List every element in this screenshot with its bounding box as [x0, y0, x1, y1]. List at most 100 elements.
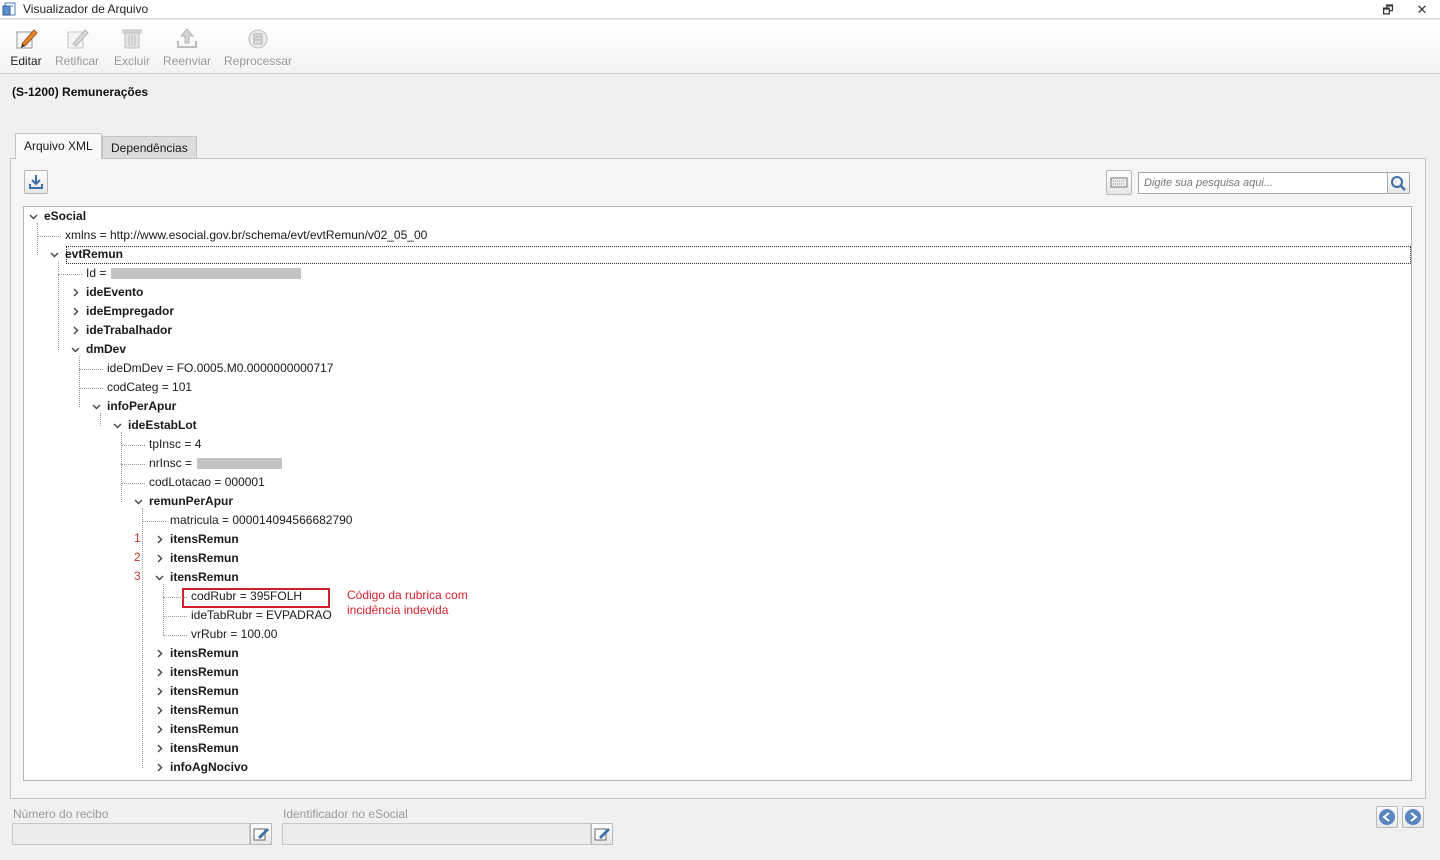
search-button[interactable] [1388, 172, 1410, 194]
tab-xml-file[interactable]: Arquivo XML [15, 133, 102, 159]
tree-node[interactable]: itensRemun [24, 568, 1411, 587]
reprocess-label: Reprocessar [224, 54, 293, 68]
tree-node-label: evtRemun [65, 247, 124, 261]
tree-node-label: Id = [86, 266, 107, 280]
chevron-right-icon[interactable] [154, 644, 164, 663]
tree-node[interactable]: ideEvento [24, 283, 1411, 302]
tree-node[interactable]: ideEmpregador [24, 302, 1411, 321]
tree-node[interactable]: evtRemun [24, 245, 1411, 264]
tree-attribute[interactable]: tpInsc = 4 [24, 435, 1411, 454]
tree-node[interactable]: itensRemun [24, 720, 1411, 739]
tree-node[interactable]: dmDev [24, 340, 1411, 359]
tree-attribute[interactable]: codLotacao = 000001 [24, 473, 1411, 492]
esocial-id-edit-button[interactable] [591, 823, 613, 845]
edit-label: Editar [10, 54, 42, 68]
tree-node-label: ideTabRubr = EVPADRAO [191, 608, 332, 622]
arrow-left-icon [1379, 809, 1395, 825]
receipt-number-field[interactable] [12, 823, 250, 845]
trash-icon [122, 29, 142, 49]
chevron-right-icon[interactable] [70, 283, 80, 302]
tree-connector [163, 635, 187, 636]
esocial-id-field[interactable] [282, 823, 591, 845]
tab-dependencies[interactable]: Dependências [102, 136, 197, 159]
tree-node-label: ideEvento [86, 285, 144, 299]
chevron-right-icon[interactable] [70, 321, 80, 340]
tree-node-label: matricula = 000014094566682790 [170, 513, 353, 527]
tree-node[interactable]: itensRemun [24, 644, 1411, 663]
tree-connector [37, 236, 61, 237]
tree-connector [58, 261, 59, 350]
chevron-right-icon[interactable] [154, 720, 164, 739]
tree-node[interactable]: ideTrabalhador [24, 321, 1411, 340]
tree-attribute[interactable]: ideTabRubr = EVPADRAO [24, 606, 1411, 625]
tree-node[interactable]: itensRemun [24, 682, 1411, 701]
close-window-button[interactable]: ✕ [1414, 2, 1430, 18]
chevron-right-icon[interactable] [154, 682, 164, 701]
tree-node[interactable]: infoAgNocivo [24, 758, 1411, 777]
tree-attribute[interactable]: matricula = 000014094566682790 [24, 511, 1411, 530]
tree-node[interactable]: ideEstabLot [24, 416, 1411, 435]
tree-connector [163, 584, 164, 635]
previous-button[interactable] [1376, 806, 1398, 828]
restore-window-button[interactable]: 🗗 [1380, 2, 1396, 18]
tree-node-label: ideEmpregador [86, 304, 175, 318]
tree-connector [142, 508, 143, 768]
tree-attribute[interactable]: codRubr = 395FOLH [24, 587, 1411, 606]
tree-attribute[interactable]: vrRubr = 100.00 [24, 625, 1411, 644]
tree-node[interactable]: itensRemun [24, 739, 1411, 758]
tree-node-label: codLotacao = 000001 [149, 475, 265, 489]
chevron-right-icon[interactable] [154, 701, 164, 720]
app-icon [2, 2, 16, 16]
tree-attribute[interactable]: codCateg = 101 [24, 378, 1411, 397]
chevron-right-icon[interactable] [154, 739, 164, 758]
tree-connector [37, 223, 38, 255]
next-button[interactable] [1402, 806, 1424, 828]
tree-node[interactable]: itensRemun [24, 530, 1411, 549]
tree-node[interactable]: eSocial [24, 207, 1411, 226]
tree-node[interactable]: itensRemun [24, 701, 1411, 720]
tree-attribute[interactable]: Id = [24, 264, 1411, 283]
chevron-right-icon[interactable] [70, 302, 80, 321]
chevron-right-icon[interactable] [154, 549, 164, 568]
tree-connector [79, 369, 103, 370]
tree-node-label: itensRemun [170, 703, 239, 717]
chevron-right-icon[interactable] [154, 530, 164, 549]
download-button[interactable] [24, 170, 48, 194]
chevron-right-icon[interactable] [154, 663, 164, 682]
edit-field-icon [253, 828, 269, 841]
tree-attribute[interactable]: ideDmDev = FO.0005.M0.0000000000717 [24, 359, 1411, 378]
receipt-edit-button[interactable] [250, 823, 272, 845]
delete-button[interactable]: Excluir [113, 26, 151, 70]
tree-node-label: ideEstabLot [128, 418, 197, 432]
edit-button[interactable]: Editar [8, 26, 44, 70]
window-title: Visualizador de Arquivo [23, 2, 149, 16]
tree-attribute[interactable]: xmlns = http://www.esocial.gov.br/schema… [24, 226, 1411, 245]
keyboard-button[interactable] [1106, 170, 1132, 195]
tree-node[interactable]: itensRemun [24, 549, 1411, 568]
xml-tree[interactable]: Código da rubrica com incidência indevid… [23, 206, 1412, 781]
tree-node-label: ideTrabalhador [86, 323, 173, 337]
chevron-right-icon[interactable] [154, 758, 164, 777]
tree-node-label: eSocial [44, 209, 87, 223]
tree-node[interactable]: itensRemun [24, 663, 1411, 682]
search-input[interactable] [1138, 172, 1388, 194]
tree-node-label: vrRubr = 100.00 [191, 627, 278, 641]
arrow-right-icon [1405, 809, 1421, 825]
resend-button[interactable]: Reenviar [163, 26, 211, 70]
tree-attribute[interactable]: nrInsc = [24, 454, 1411, 473]
page-title: (S-1200) Remunerações [12, 85, 149, 99]
tree-node[interactable]: remunPerApur [24, 492, 1411, 511]
upload-icon [177, 28, 197, 48]
reprocess-button[interactable]: Reprocessar [224, 26, 292, 70]
tree-connector [121, 483, 145, 484]
rectify-button[interactable]: Retificar [54, 26, 100, 70]
tree-connector [142, 521, 166, 522]
delete-label: Excluir [113, 54, 150, 68]
keyboard-icon [1110, 177, 1128, 188]
download-icon [29, 175, 43, 189]
tree-connector [121, 445, 145, 446]
tree-connector [100, 413, 101, 426]
redacted-value [111, 268, 301, 279]
search-icon [1391, 176, 1406, 191]
tree-node[interactable]: infoPerApur [24, 397, 1411, 416]
